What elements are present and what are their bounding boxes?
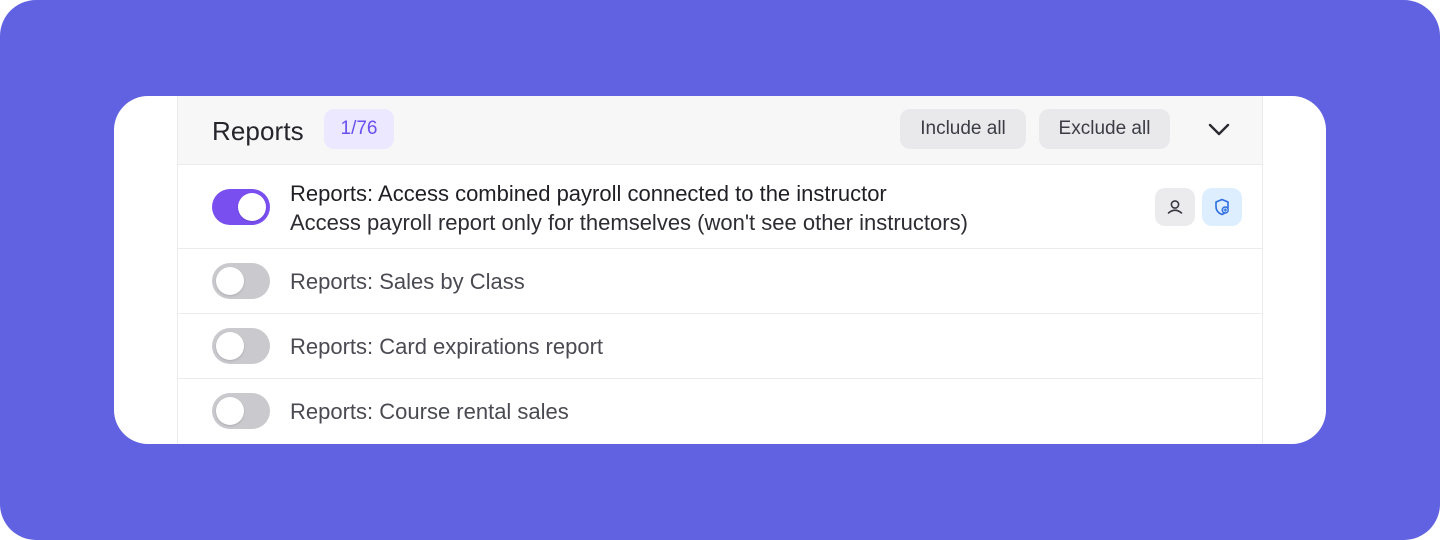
section-title: Reports <box>212 116 304 146</box>
shield-icon[interactable] <box>1202 188 1242 226</box>
permission-title: Reports: Course rental sales <box>290 399 569 424</box>
permission-title: Reports: Sales by Class <box>290 269 525 294</box>
permission-row: Reports: Card expirations report <box>178 314 1262 379</box>
permission-row: Reports: Sales by Class <box>178 249 1262 314</box>
permission-row: Reports: Access combined payroll connect… <box>178 165 1262 249</box>
permission-description: Access payroll report only for themselve… <box>290 210 968 235</box>
toggle-knob <box>216 397 244 425</box>
permission-toggle[interactable] <box>212 189 270 225</box>
permission-row: Reports: Course rental sales <box>178 379 1262 444</box>
permission-title: Reports: Access combined payroll connect… <box>290 181 887 206</box>
section-header: Reports 1/76 Include all Exclude all <box>178 96 1262 165</box>
chevron-down-icon[interactable] <box>1202 114 1236 144</box>
permission-title: Reports: Card expirations report <box>290 334 604 359</box>
count-badge: 1/76 <box>324 109 394 149</box>
reports-panel: Reports 1/76 Include all Exclude all Rep… <box>177 96 1263 444</box>
permissions-card: Reports 1/76 Include all Exclude all Rep… <box>114 96 1326 444</box>
include-all-button[interactable]: Include all <box>900 109 1026 149</box>
toggle-knob <box>216 332 244 360</box>
toggle-knob <box>216 267 244 295</box>
permission-toggle[interactable] <box>212 263 270 299</box>
user-icon[interactable] <box>1155 188 1195 226</box>
background-frame: Reports 1/76 Include all Exclude all Rep… <box>0 0 1440 540</box>
permission-toggle[interactable] <box>212 328 270 364</box>
exclude-all-button[interactable]: Exclude all <box>1039 109 1170 149</box>
permission-toggle[interactable] <box>212 393 270 429</box>
toggle-knob <box>238 193 266 221</box>
